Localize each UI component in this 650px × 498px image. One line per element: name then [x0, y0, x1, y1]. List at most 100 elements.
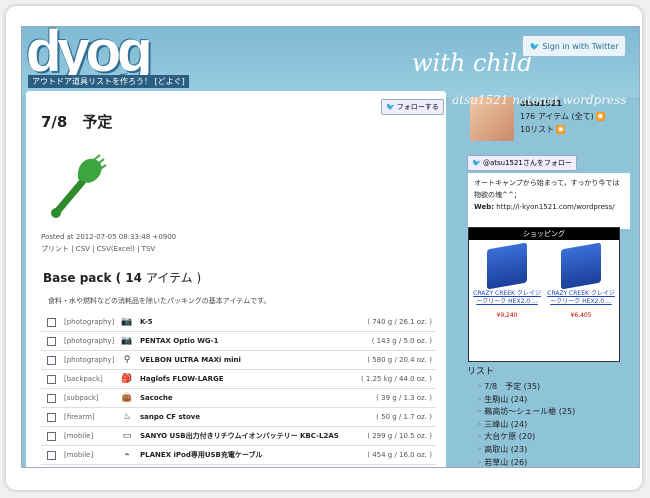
item-category: [subpack]	[64, 394, 99, 402]
pack-item-count: 14	[125, 271, 143, 285]
bio-text: オートキャンプから始まって，すっかり今では物欲の塊^^；	[474, 179, 620, 199]
item-checkbox[interactable]	[47, 431, 56, 441]
twitter-signin-label: Sign in with Twitter	[542, 41, 619, 51]
item-weight: ( 143 g / 5.0 oz. )	[371, 337, 432, 345]
item-weight: ( 740 g / 26.1 oz. )	[367, 318, 432, 326]
table-row: [photography] 📷 PENTAX Optio WG-1 ( 143 …	[41, 332, 436, 351]
item-name[interactable]: K-5	[140, 317, 352, 327]
product-link[interactable]: CRAZY CREEK クレイジークリーク HEX2.0 ...	[473, 290, 541, 306]
item-name[interactable]: Sacoche	[140, 393, 352, 403]
table-row: [photography] 📷 K-5 ( 740 g / 26.1 oz. )	[41, 313, 436, 332]
profile-bio: オートキャンプから始まって，すっかり今では物欲の塊^^； Web: http:/…	[468, 173, 630, 229]
item-checkbox[interactable]	[47, 317, 56, 327]
site-logo[interactable]: dyog	[26, 27, 153, 81]
table-row: [mobile] ⌁ PLANEX iPod専用USB充電ケーブル ( 454 …	[41, 446, 436, 465]
chair-image[interactable]	[487, 242, 527, 290]
product-price: ¥9,240	[496, 312, 518, 319]
item-table: [photography] 📷 K-5 ( 740 g / 26.1 oz. )…	[41, 313, 436, 465]
shopping-title: ショッピング	[469, 228, 619, 240]
table-row: [photography] ⚲ VELBON ULTRA MAXi mini (…	[41, 351, 436, 370]
camera-icon: 📷	[121, 336, 133, 346]
list-item[interactable]: 7/8 予定 (35)	[477, 381, 575, 394]
post-meta: Posted at 2012-07-05 08:33:48 +0900 プリント…	[41, 231, 176, 255]
tripod-icon: ⚲	[123, 355, 131, 365]
list-item[interactable]: 若草山 (26)	[477, 457, 575, 467]
site-tagline: アウトドア道具リストを作ろう！ [どよぐ]	[28, 75, 189, 88]
item-checkbox[interactable]	[47, 355, 56, 365]
chair-image[interactable]	[561, 242, 601, 290]
table-row: [firearm] ♨ sanpo CF stove ( 50 g / 1.7 …	[41, 408, 436, 427]
item-name[interactable]: sanpo CF stove	[140, 412, 352, 422]
item-checkbox[interactable]	[47, 336, 56, 346]
profile-items[interactable]: 176 アイテム (全て) ◉	[520, 110, 605, 123]
shop-product[interactable]: CRAZY CREEK クレイジークリーク HEX2.0 ... ¥6,405	[547, 242, 615, 319]
browser-viewport: dyog アウトドア道具リストを作ろう！ [どよぐ] with child 🐦 …	[21, 26, 640, 468]
list-item[interactable]: 鵜高坊～シェール槍 (25)	[477, 406, 575, 419]
twitter-signin-button[interactable]: 🐦 Sign in with Twitter	[522, 35, 626, 57]
profile-items-label: 176 アイテム (全て)	[520, 112, 594, 121]
spork-image	[51, 154, 107, 218]
item-checkbox[interactable]	[47, 450, 56, 460]
rss-icon[interactable]: ◉	[556, 125, 566, 134]
pack-title-suffix: アイテム )	[142, 271, 202, 285]
rss-icon[interactable]: ◉	[595, 112, 605, 121]
profile-lists-label: 10リスト	[520, 125, 555, 134]
product-price: ¥6,405	[570, 312, 592, 319]
stove-icon: ♨	[122, 412, 132, 422]
item-category: [photography]	[64, 318, 115, 326]
twitter-bird-icon: 🐦	[472, 159, 481, 167]
export-links[interactable]: プリント | CSV | CSV(Excel) | TSV	[41, 243, 176, 255]
item-name[interactable]: Haglofs FLOW-LARGE	[140, 374, 352, 384]
item-weight: ( 39 g / 1.3 oz. )	[376, 394, 432, 402]
item-name[interactable]: SANYO USB出力付きリチウムイオンバッテリー KBC-L2AS	[140, 431, 352, 441]
item-checkbox[interactable]	[47, 393, 56, 403]
item-category: [backpack]	[64, 375, 103, 383]
site-header: dyog アウトドア道具リストを作ろう！ [どよぐ] with child 🐦 …	[22, 27, 639, 97]
shop-product[interactable]: CRAZY CREEK クレイジークリーク HEX2.0 ... ¥9,240	[473, 242, 541, 319]
header-subtitle: with child	[412, 49, 533, 77]
table-row: [mobile] ▭ SANYO USB出力付きリチウムイオンバッテリー KBC…	[41, 427, 436, 446]
list-item[interactable]: 生駒山 (24)	[477, 394, 575, 407]
pack-title: Base pack ( 14 アイテム )	[43, 269, 201, 286]
list-item[interactable]: 三峰山 (24)	[477, 419, 575, 432]
follow-button[interactable]: 🐦 フォローする	[381, 99, 444, 115]
battery-icon: ▭	[122, 431, 132, 441]
watermark: atsu1521 natonet wordpress	[452, 93, 627, 107]
item-category: [photography]	[64, 356, 115, 364]
pack-title-prefix: Base pack (	[43, 271, 126, 285]
item-category: [firearm]	[64, 413, 95, 421]
shopping-widget: ショッピング CRAZY CREEK クレイジークリーク HEX2.0 ... …	[468, 227, 620, 362]
item-checkbox[interactable]	[47, 412, 56, 422]
backpack-icon: 🎒	[121, 374, 133, 384]
lists-sidebar: 7/8 予定 (35)生駒山 (24)鵜高坊～シェール槍 (25)三峰山 (24…	[477, 381, 575, 467]
item-checkbox[interactable]	[47, 374, 56, 384]
pack-description: 食料・水や燃料などの消耗品を除いたパッキングの基本アイテムです。	[48, 297, 271, 305]
item-category: [mobile]	[64, 451, 94, 459]
web-link[interactable]: http://i-kyon1521.com/wordpress/	[496, 203, 614, 211]
list-item[interactable]: 高取山 (23)	[477, 444, 575, 457]
main-content: 🐦 フォローする 7/8 予定 Posted at 2012-07-05 08:…	[26, 91, 446, 467]
twitter-follow-label: @atsu1521さんをフォロー	[482, 159, 572, 167]
item-name[interactable]: PENTAX Optio WG-1	[140, 336, 352, 346]
post-timestamp: Posted at 2012-07-05 08:33:48 +0900	[41, 233, 177, 241]
item-weight: ( 580 g / 20.4 oz. )	[367, 356, 432, 364]
item-name[interactable]: PLANEX iPod専用USB充電ケーブル	[140, 450, 352, 460]
screenshot-frame: dyog アウトドア道具リストを作ろう！ [どよぐ] with child 🐦 …	[6, 6, 642, 490]
item-weight: ( 50 g / 1.7 oz. )	[376, 413, 432, 421]
item-weight: ( 299 g / 10.5 oz. )	[367, 432, 432, 440]
item-weight: ( 454 g / 16.0 oz. )	[367, 451, 432, 459]
item-name[interactable]: VELBON ULTRA MAXi mini	[140, 355, 352, 365]
product-link[interactable]: CRAZY CREEK クレイジークリーク HEX2.0 ...	[547, 290, 615, 306]
list-item[interactable]: 大台ケ原 (20)	[477, 431, 575, 444]
item-category: [photography]	[64, 337, 115, 345]
bag-icon: 👜	[121, 393, 133, 403]
post-title: 7/8 予定	[41, 113, 113, 131]
follow-button-label: フォローする	[396, 103, 439, 111]
item-weight: ( 1.25 kg / 44.0 oz. )	[360, 375, 432, 383]
profile-lists[interactable]: 10リスト ◉	[520, 123, 605, 136]
lists-heading: リスト	[467, 367, 495, 377]
twitter-bird-icon: 🐦	[529, 41, 540, 51]
twitter-follow-button[interactable]: 🐦 @atsu1521さんをフォロー	[467, 155, 577, 171]
web-label: Web:	[474, 203, 495, 211]
table-row: [backpack] 🎒 Haglofs FLOW-LARGE ( 1.25 k…	[41, 370, 436, 389]
